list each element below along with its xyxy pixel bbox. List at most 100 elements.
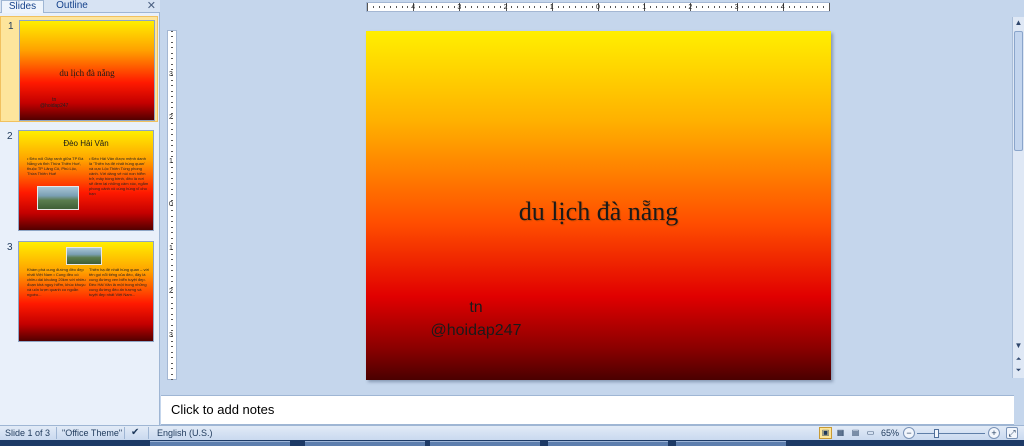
slide-thumbnail-row-1[interactable]: 1 du lịch đà nẵng tn @hoidap247 bbox=[0, 16, 158, 122]
taskbar-item[interactable] bbox=[676, 441, 786, 446]
ruler-tick bbox=[171, 90, 173, 92]
ruler-tick bbox=[171, 85, 173, 87]
ruler-tick bbox=[823, 6, 825, 8]
ruler-tick bbox=[171, 215, 173, 217]
ruler-tick bbox=[171, 128, 173, 130]
notes-pane[interactable]: Click to add notes bbox=[161, 395, 1014, 425]
ruler-number: 0 bbox=[596, 4, 600, 11]
ruler-tick bbox=[171, 351, 173, 353]
ruler-tick bbox=[171, 313, 173, 315]
ruler-tick bbox=[684, 6, 686, 8]
zoom-in-icon[interactable]: + bbox=[988, 427, 1000, 439]
ruler-tick bbox=[453, 6, 455, 8]
scroll-up-icon[interactable]: ▲ bbox=[1013, 17, 1024, 29]
horizontal-ruler[interactable]: 4 3 2 1 0 1 2 3 4 bbox=[366, 2, 830, 12]
vertical-ruler[interactable]: 3 2 1 0 1 2 3 bbox=[167, 30, 177, 380]
ruler-number: 0 bbox=[169, 201, 173, 208]
ruler-tick bbox=[171, 58, 173, 60]
ruler-tick bbox=[171, 139, 173, 141]
scrollbar-thumb[interactable] bbox=[1014, 31, 1023, 151]
language-indicator[interactable]: English (U.S.) bbox=[157, 428, 213, 438]
slide-thumbnail-row-3[interactable]: 3 Khám phá cung đường đèo đẹp nhất Việt … bbox=[0, 238, 158, 344]
ruler-tick bbox=[730, 6, 732, 8]
ruler-tick bbox=[171, 346, 173, 348]
ruler-tick bbox=[701, 6, 703, 8]
slide-sorter-icon[interactable]: ▦ bbox=[834, 427, 847, 439]
spell-check-icon[interactable]: ✔ bbox=[131, 427, 139, 438]
tab-outline[interactable]: Outline bbox=[47, 0, 97, 13]
slide-thumbnail-1[interactable]: du lịch đà nẵng tn @hoidap247 bbox=[19, 20, 155, 121]
ruler-tick bbox=[586, 6, 588, 8]
ruler-tick bbox=[499, 6, 501, 8]
ruler-tick bbox=[719, 6, 721, 8]
zoom-out-icon[interactable]: − bbox=[903, 427, 915, 439]
ruler-tick bbox=[171, 150, 173, 152]
ruler-tick bbox=[649, 6, 651, 8]
ruler-tick bbox=[540, 6, 542, 8]
zoom-level[interactable]: 65% bbox=[881, 428, 899, 438]
taskbar-item[interactable] bbox=[150, 441, 290, 446]
normal-view-icon[interactable]: ▣ bbox=[819, 427, 832, 439]
ruler-tick bbox=[442, 6, 444, 8]
slide-show-icon[interactable]: ▭ bbox=[864, 427, 877, 439]
thumbnail-left-text: • Đèo nối Giáp ranh giữa TP Đà Nẵng và t… bbox=[27, 156, 84, 176]
ruler-number: 2 bbox=[503, 4, 508, 11]
ruler-tick bbox=[574, 6, 576, 8]
taskbar-item[interactable] bbox=[305, 441, 425, 446]
ruler-tick bbox=[171, 340, 173, 342]
ruler-tick bbox=[401, 6, 403, 8]
theme-name[interactable]: "Office Theme" bbox=[62, 428, 122, 438]
ruler-tick bbox=[171, 188, 173, 190]
ruler-tick bbox=[621, 6, 623, 8]
slide-title[interactable]: du lịch đà nẵng bbox=[366, 197, 831, 227]
ruler-tick bbox=[171, 107, 173, 109]
slide-subtitle[interactable]: tn @hoidap247 bbox=[421, 296, 531, 342]
ruler-tick bbox=[171, 357, 173, 359]
slide-thumbnail-2[interactable]: Đèo Hải Vân • Đèo nối Giáp ranh giữa TP … bbox=[18, 130, 154, 231]
ruler-tick bbox=[171, 232, 173, 234]
zoom-slider-handle[interactable] bbox=[934, 429, 939, 438]
ruler-tick bbox=[678, 6, 680, 8]
ruler-tick bbox=[171, 183, 173, 185]
thumbnail-title: Đèo Hải Vân bbox=[63, 139, 109, 148]
ruler-tick bbox=[482, 6, 484, 8]
ruler-tick bbox=[696, 6, 698, 8]
ruler-tick bbox=[638, 6, 640, 8]
slide-canvas[interactable]: du lịch đà nẵng tn @hoidap247 bbox=[366, 31, 831, 380]
ruler-tick bbox=[488, 6, 490, 8]
slide-thumbnail-3[interactable]: Khám phá cung đường đèo đẹp nhất Việt Na… bbox=[18, 241, 154, 342]
ruler-tick bbox=[171, 101, 173, 103]
ruler-tick bbox=[171, 177, 173, 179]
ruler-tick bbox=[522, 6, 524, 8]
ruler-tick bbox=[580, 6, 582, 8]
ruler-tick bbox=[171, 237, 173, 239]
thumbnail-right-text: • Đèo Hải Vân được mệnh danh là 'Thiên h… bbox=[89, 156, 149, 196]
ruler-tick bbox=[817, 6, 819, 8]
taskbar-item[interactable] bbox=[430, 441, 540, 446]
reading-view-icon[interactable]: ▤ bbox=[849, 427, 862, 439]
taskbar-item[interactable] bbox=[548, 441, 668, 446]
ruler-tick bbox=[569, 6, 571, 8]
vertical-scrollbar[interactable]: ▲ ▼ ⏶ ⏷ bbox=[1012, 17, 1024, 378]
zoom-slider[interactable] bbox=[917, 433, 985, 434]
ruler-number: 4 bbox=[411, 4, 416, 11]
ruler-tick bbox=[171, 264, 173, 266]
tab-slides[interactable]: Slides bbox=[1, 0, 44, 13]
ruler-tick bbox=[661, 6, 663, 8]
ruler-tick bbox=[171, 41, 173, 43]
ruler-tick bbox=[476, 6, 478, 8]
slide-thumbnail-row-2[interactable]: 2 Đèo Hải Vân • Đèo nối Giáp ranh giữa T… bbox=[0, 127, 158, 233]
ruler-tick bbox=[171, 210, 173, 212]
ruler-number: 2 bbox=[169, 288, 173, 295]
ruler-tick bbox=[424, 6, 426, 8]
ruler-tick bbox=[655, 6, 657, 8]
scroll-down-icon[interactable]: ▼ bbox=[1013, 340, 1024, 352]
next-slide-icon[interactable]: ⏷ bbox=[1013, 365, 1024, 377]
close-pane-icon[interactable]: ✕ bbox=[147, 0, 156, 12]
ruler-tick bbox=[725, 6, 727, 8]
ruler-tick bbox=[707, 6, 709, 8]
ruler-tick bbox=[626, 6, 628, 8]
ruler-tick bbox=[171, 308, 173, 310]
fit-to-window-icon[interactable]: ⤢ bbox=[1006, 427, 1018, 439]
ruler-tick bbox=[171, 79, 173, 81]
